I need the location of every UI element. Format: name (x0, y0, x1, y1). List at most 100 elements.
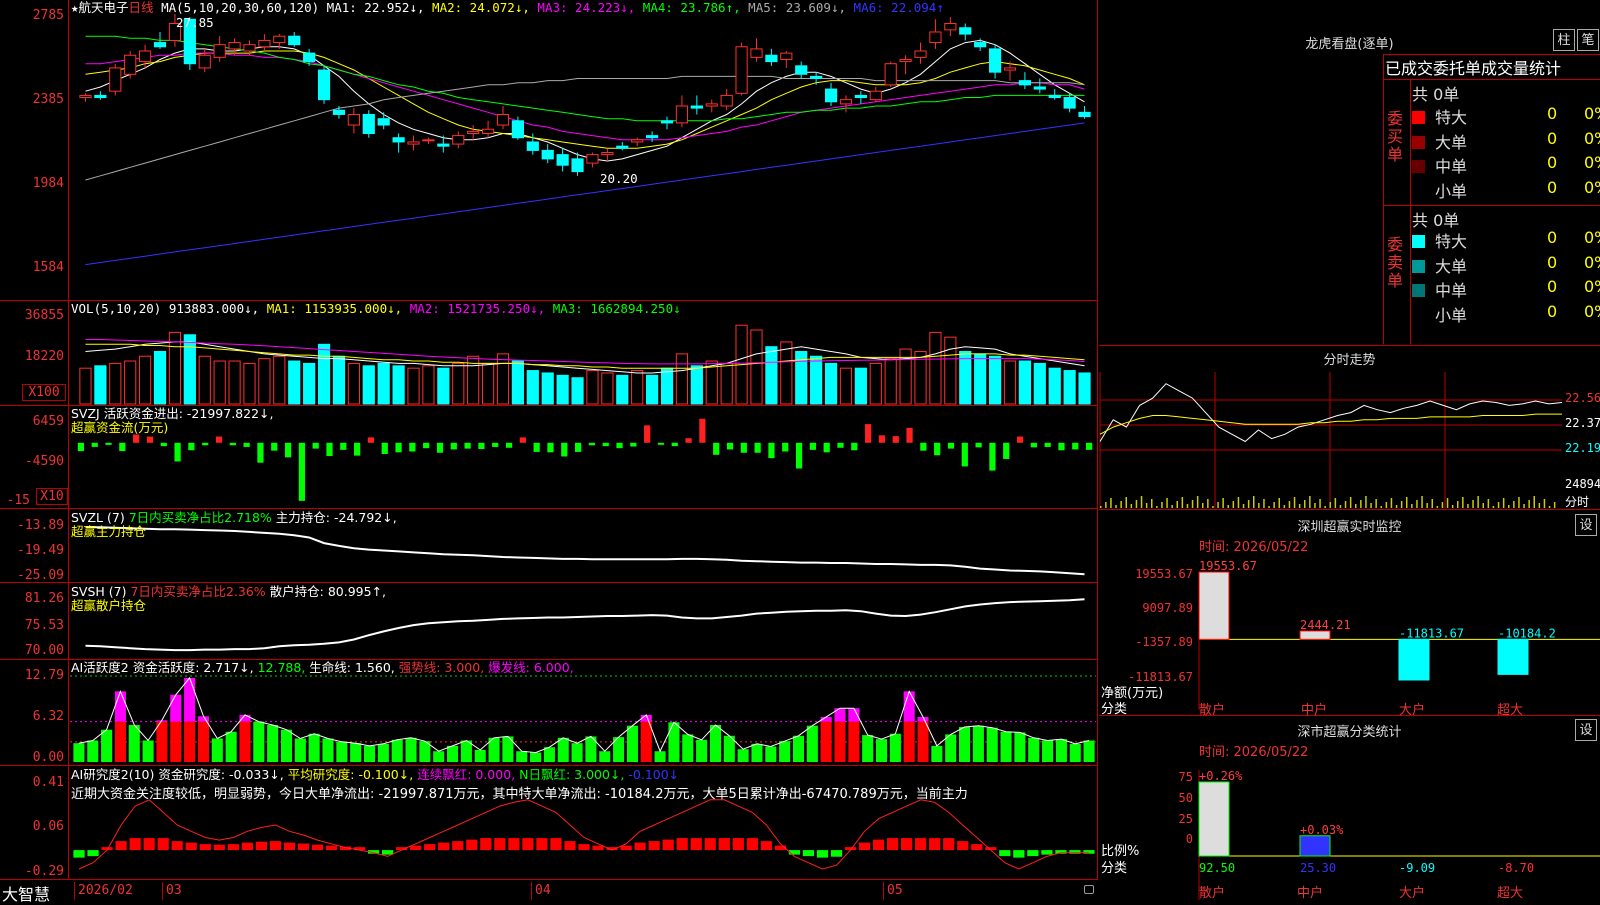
sm-settings-button[interactable]: 设 (1575, 719, 1597, 741)
order-row-percent: 0% (1584, 277, 1600, 296)
x-tick-mark (531, 882, 532, 900)
price-tick-2: 2385 (32, 92, 64, 107)
volume-bar (616, 374, 629, 405)
ai-bar (294, 738, 306, 762)
volume-bar (1018, 360, 1031, 405)
svzj-bar (271, 442, 278, 451)
bar-mode-button[interactable]: 柱 (1553, 29, 1575, 51)
ai-p1: 资金活跃度: 2.717↓, (132, 660, 254, 675)
volume-bar (362, 365, 375, 405)
svzj-bar (174, 442, 181, 462)
candle-body (198, 54, 211, 69)
ai2-bar (929, 838, 941, 851)
intraday-panel[interactable]: 分时走势 22.56 22.37 22.19 24894 分时 (1099, 346, 1600, 510)
ai2-bar (241, 842, 253, 851)
ai2-bar (255, 841, 267, 851)
candle-body (750, 48, 763, 58)
candle-body (556, 154, 569, 166)
divider (1383, 205, 1600, 206)
order-row-count: 0 (1547, 277, 1558, 296)
svzj-bar (505, 442, 513, 448)
ai-bar-red (170, 721, 182, 762)
ai-bar (1083, 740, 1095, 762)
ai2-tick-3: -0.29 (24, 864, 64, 879)
sm-stats-title: 深市超赢分类统计 (1297, 725, 1402, 740)
svzj-bar (215, 436, 223, 443)
svzj-bar (975, 442, 982, 448)
ma2-value: MA2: 24.072↓, (432, 0, 530, 15)
ai-bar (696, 739, 708, 762)
candle-body (452, 135, 465, 145)
favorite-star-icon[interactable]: ★ (71, 0, 79, 15)
svzj-bar (1085, 442, 1093, 450)
candle-body (810, 75, 823, 80)
candle-body (213, 44, 226, 58)
candle-body (705, 103, 718, 107)
ai2-bar (1069, 850, 1081, 854)
ma-label: MA(5,10,20,30,60,120) (161, 0, 320, 15)
ai2-bar (634, 842, 646, 851)
ai2-bar (704, 838, 716, 851)
ai-bar (377, 743, 389, 762)
ai2-header: AI研究度2(10) 资金研究度: -0.033↓, 平均研究度: -0.100… (71, 768, 679, 782)
sm-y3: 25 (1178, 812, 1193, 826)
candle-body (616, 145, 629, 149)
color-swatch (1412, 160, 1425, 173)
ai-p3: 生命线: 1.560, (309, 660, 395, 675)
candle-body (660, 120, 674, 124)
fs-price-1: 22.56 (1565, 391, 1600, 405)
order-row-count: 0 (1547, 228, 1558, 247)
svsh-header: SVSH (7) 7日内买卖净占比2.36% 散户持仓: 80.995↑, (71, 585, 386, 599)
svzj-bar (657, 442, 665, 445)
order-row-percent: 0% (1584, 104, 1600, 123)
volume-bar (974, 353, 987, 405)
ai-bar (682, 734, 694, 762)
svzj-bar (616, 442, 623, 449)
volume-bar (511, 360, 524, 405)
svzj-bar (119, 442, 126, 452)
ai-bar-red (239, 721, 251, 762)
ma-line (85, 122, 1085, 266)
lock-icon[interactable] (1084, 885, 1094, 894)
svsh-tick-1: 81.26 (24, 591, 64, 606)
ai2-bar (73, 850, 85, 858)
svsh-p1: 7日内买卖净占比2.36% (130, 584, 266, 599)
svzj-bar (533, 442, 540, 452)
ai2-bar (1013, 850, 1025, 858)
candle-body (332, 109, 346, 115)
svzj-header: SVZJ 活跃资金进出: -21997.822↓, (71, 407, 273, 421)
ai2-bar (830, 850, 843, 857)
svsh-sub: 超赢散户持仓 (71, 598, 147, 613)
volume-bar (660, 367, 674, 405)
price-tick-4: 1584 (32, 260, 64, 275)
svzj-bar (768, 442, 775, 459)
candle-body (1018, 80, 1031, 86)
sz-settings-button[interactable]: 设 (1575, 514, 1597, 536)
ai2-bar (508, 838, 520, 851)
candle-body (646, 135, 659, 139)
order-table-title: 已成交委托单成交量统计 (1385, 59, 1562, 78)
period-label[interactable]: 日线 (129, 0, 154, 15)
candle-body (437, 143, 450, 147)
ai-bar (1069, 743, 1081, 762)
volume-bar (690, 365, 703, 405)
svzj-bar (1030, 442, 1037, 448)
svzj-bar (202, 442, 209, 446)
ma-line (85, 75, 1085, 181)
candle-body (303, 52, 316, 63)
ai-bar (709, 725, 721, 762)
ai-bar (737, 749, 749, 762)
order-row-count: 0 (1547, 177, 1558, 197)
tick-mode-button[interactable]: 笔 (1577, 29, 1599, 51)
ai-bar (931, 745, 943, 762)
candle-body (1003, 67, 1017, 71)
svsh-label: SVSH (7) (71, 584, 127, 599)
volume-bar (959, 350, 972, 405)
svsh-tick-2: 75.53 (24, 618, 64, 633)
ai-bar (142, 740, 154, 762)
svzj-bar (644, 425, 651, 443)
ai2-bar (115, 841, 127, 851)
ai2-tick-1: 0.41 (32, 775, 64, 790)
order-row-name: 特大 (1435, 108, 1468, 127)
candle-body (944, 23, 957, 31)
